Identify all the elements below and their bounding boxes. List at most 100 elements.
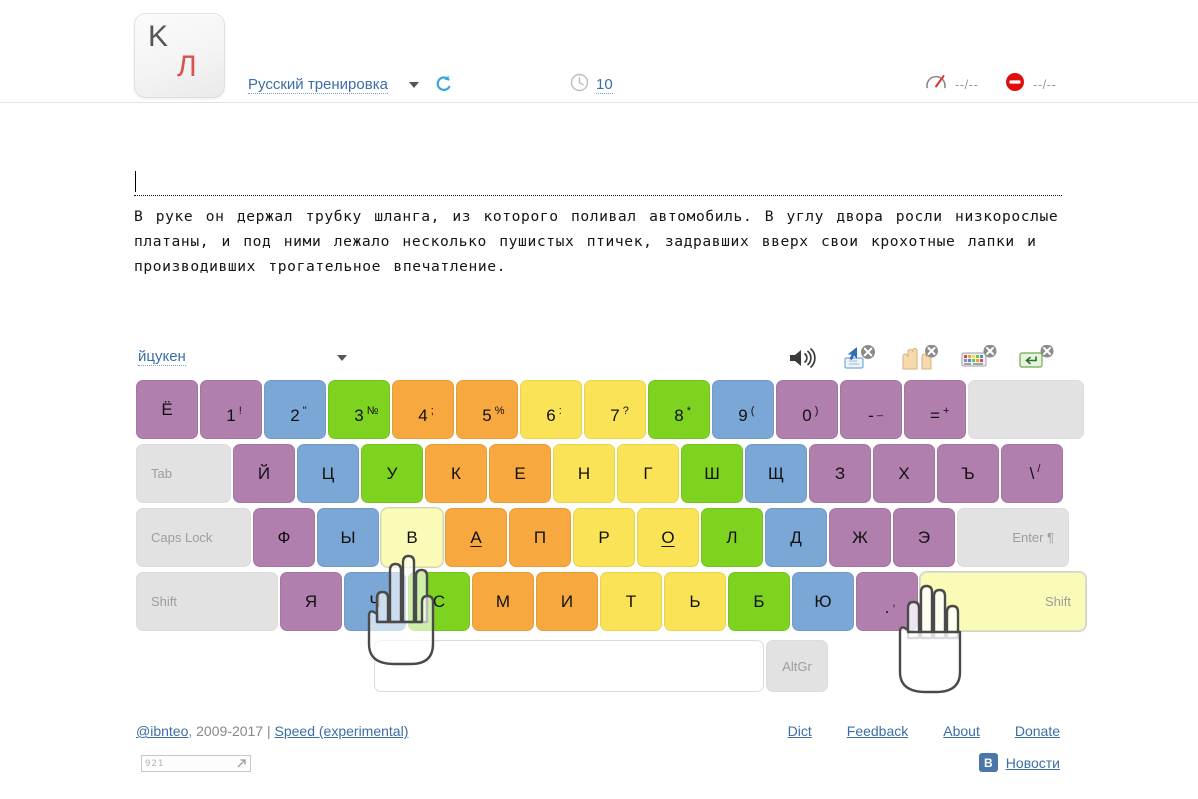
key-=[interactable]: = +	[904, 380, 966, 439]
key-5[interactable]: 5%	[456, 380, 518, 439]
key-alt-label: :	[558, 405, 562, 417]
error-stat-group: --/--	[1005, 72, 1056, 97]
key-М[interactable]: М	[472, 572, 534, 631]
key-И[interactable]: И	[536, 572, 598, 631]
key-Э[interactable]: Э	[893, 508, 955, 567]
key-Р[interactable]: Р	[573, 508, 635, 567]
sound-icon[interactable]	[786, 345, 820, 371]
key-У[interactable]: У	[361, 444, 423, 503]
key-label: Л	[726, 527, 738, 547]
key-П[interactable]: П	[509, 508, 571, 567]
key-Ц[interactable]: Ц	[297, 444, 359, 503]
vk-icon: В	[978, 753, 998, 772]
vk-news-link[interactable]: Новости	[1006, 755, 1060, 771]
key-Ъ[interactable]: Ъ	[937, 444, 999, 503]
timer-value[interactable]: 10	[596, 76, 613, 94]
typing-input-line[interactable]	[134, 168, 1062, 196]
key-shift[interactable]: Shift	[920, 572, 1086, 631]
key-Д[interactable]: Д	[765, 508, 827, 567]
key-8[interactable]: 8 *	[648, 380, 710, 439]
key-Ф[interactable]: Ф	[253, 508, 315, 567]
key-Т[interactable]: Т	[600, 572, 662, 631]
key-space[interactable]	[374, 640, 764, 692]
layout-selector-label[interactable]: Русский тренировка	[248, 76, 388, 94]
keyboard-key-logo[interactable]: K Л	[134, 13, 225, 98]
key-label: Т	[625, 591, 637, 611]
hands-hint-icon[interactable]	[900, 344, 938, 371]
key-Щ[interactable]: Щ	[745, 444, 807, 503]
key-Н[interactable]: Н	[553, 444, 615, 503]
key-label: Ц	[321, 463, 335, 483]
key-space[interactable]	[968, 380, 1084, 439]
key-3[interactable]: 3 №	[328, 380, 390, 439]
key-label: Ч	[369, 591, 381, 611]
footer-link-feedback[interactable]: Feedback	[847, 723, 908, 739]
key-Ё[interactable]: Ё	[136, 380, 198, 439]
key-4[interactable]: 4;	[392, 380, 454, 439]
key-К[interactable]: К	[425, 444, 487, 503]
key-shift[interactable]: Shift	[136, 572, 278, 631]
key-0[interactable]: 0)	[776, 380, 838, 439]
footer-links: Dict Feedback About Donate	[788, 723, 1060, 739]
key-label: Х	[898, 463, 910, 483]
key-2[interactable]: 2 "	[264, 380, 326, 439]
key-Й[interactable]: Й	[233, 444, 295, 503]
key-А[interactable]: А	[445, 508, 507, 567]
color-keyboard-icon[interactable]	[960, 344, 997, 371]
key-Ш[interactable]: Ш	[681, 444, 743, 503]
key-Ы[interactable]: Ы	[317, 508, 379, 567]
key-.[interactable]: .,	[856, 572, 918, 631]
key-7[interactable]: 7?	[584, 380, 646, 439]
error-value: --/--	[1033, 77, 1057, 92]
key-Ю[interactable]: Ю	[792, 572, 854, 631]
vk-news-group[interactable]: В Новости	[978, 753, 1060, 772]
key-В[interactable]: В	[381, 508, 443, 567]
key-Г[interactable]: Г	[617, 444, 679, 503]
key-label: П	[533, 527, 547, 547]
speed-stat-group: --/--	[925, 72, 978, 97]
key-З[interactable]: З	[809, 444, 871, 503]
key-Б[interactable]: Б	[728, 572, 790, 631]
key-Ч[interactable]: Ч	[344, 572, 406, 631]
key-label: 2 "	[290, 405, 307, 425]
footer-link-donate[interactable]: Donate	[1015, 723, 1060, 739]
chevron-down-icon[interactable]	[337, 355, 347, 361]
chevron-down-icon[interactable]	[409, 82, 419, 88]
key-tab[interactable]: Tab	[136, 444, 231, 503]
key-Е[interactable]: Е	[489, 444, 551, 503]
key-alt-label: ,	[892, 597, 896, 609]
visit-counter-widget[interactable]: 921	[141, 755, 251, 772]
footer-link-dict[interactable]: Dict	[788, 723, 812, 739]
key-label: = +	[930, 405, 950, 425]
keypress-hint-icon[interactable]	[1018, 344, 1054, 371]
key-label: К	[451, 463, 461, 483]
key-Л[interactable]: Л	[701, 508, 763, 567]
cursor-hint-icon[interactable]	[843, 345, 877, 371]
keyboard-layout-label[interactable]: йцукен	[138, 348, 186, 366]
key-altgr[interactable]: AltGr	[766, 640, 828, 692]
typing-text-panel: В руке он держал трубку шланга, из котор…	[134, 168, 1062, 279]
key-label: 3 №	[354, 405, 379, 425]
key-alt-label: №	[366, 405, 379, 417]
key-\[interactable]: \ /	[1001, 444, 1063, 503]
reload-icon[interactable]	[433, 74, 453, 99]
author-link[interactable]: @ibnteo	[136, 723, 188, 739]
key-9[interactable]: 9(	[712, 380, 774, 439]
key-О[interactable]: О	[637, 508, 699, 567]
key-6[interactable]: 6:	[520, 380, 582, 439]
key-1[interactable]: 1!	[200, 380, 262, 439]
key-label: З	[834, 463, 846, 483]
key-caps-lock[interactable]: Caps Lock	[136, 508, 251, 567]
key-label: И	[560, 591, 574, 611]
key-С[interactable]: С	[408, 572, 470, 631]
key-label: Г	[643, 463, 653, 483]
footer-link-about[interactable]: About	[943, 723, 980, 739]
key-enter[interactable]: Enter ¶	[957, 508, 1069, 567]
key--[interactable]: - _	[840, 380, 902, 439]
logo-cyrillic-letter: Л	[177, 50, 197, 83]
key-Х[interactable]: Х	[873, 444, 935, 503]
key-Я[interactable]: Я	[280, 572, 342, 631]
key-Ь[interactable]: Ь	[664, 572, 726, 631]
key-Ж[interactable]: Ж	[829, 508, 891, 567]
speed-experimental-link[interactable]: Speed (experimental)	[275, 723, 409, 739]
